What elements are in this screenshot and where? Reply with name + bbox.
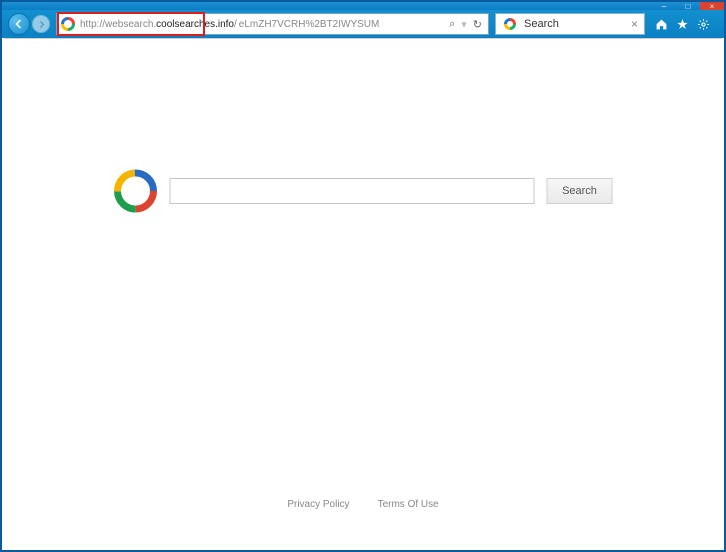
tab-favicon-icon <box>504 18 516 30</box>
tab-close-button[interactable]: × <box>629 17 640 31</box>
maximize-button[interactable]: □ <box>676 2 700 10</box>
browser-navbar: http://websearch.coolsearches.info/eLmZH… <box>2 10 724 38</box>
refresh-icon[interactable]: ↻ <box>473 18 482 31</box>
url-suffix: / <box>234 19 237 30</box>
search-input[interactable] <box>170 178 535 204</box>
site-favicon-icon <box>61 17 75 31</box>
address-text[interactable]: http://websearch.coolsearches.info/eLmZH… <box>79 19 443 30</box>
url-prefix: http://websearch. <box>80 19 156 30</box>
search-button[interactable]: Search <box>547 178 613 204</box>
search-area: Search <box>114 169 613 213</box>
separator: ▾ <box>461 18 467 31</box>
forward-button[interactable] <box>32 15 50 33</box>
url-domain: coolsearches.info <box>156 19 234 30</box>
privacy-link[interactable]: Privacy Policy <box>287 499 349 510</box>
arrow-right-icon <box>37 20 46 29</box>
tab-title: Search <box>524 18 559 30</box>
close-button[interactable]: × <box>700 2 724 10</box>
minimize-button[interactable]: – <box>652 2 676 10</box>
window-controls: – □ × <box>652 2 724 10</box>
tab-search[interactable]: Search × <box>495 13 645 35</box>
search-icon[interactable]: ⌕ <box>449 18 455 31</box>
arrow-left-icon <box>13 18 25 30</box>
home-icon[interactable] <box>655 18 668 31</box>
back-button[interactable] <box>8 13 30 35</box>
url-trailing: eLmZH7VCRH%2BT2IWYSUM <box>239 19 380 30</box>
page-content: Search Privacy Policy Terms Of Use <box>4 38 722 520</box>
address-bar-icons: ⌕ ▾ ↻ <box>443 18 488 31</box>
favorites-icon[interactable] <box>676 18 689 31</box>
window-titlebar: – □ × <box>2 2 724 10</box>
address-bar[interactable]: http://websearch.coolsearches.info/eLmZH… <box>56 13 489 35</box>
footer-links: Privacy Policy Terms Of Use <box>6 499 720 510</box>
tab-bar: Search × <box>495 13 645 35</box>
search-logo-icon <box>114 169 158 213</box>
gear-icon[interactable] <box>697 18 710 31</box>
toolbar-right <box>647 18 718 31</box>
terms-link[interactable]: Terms Of Use <box>378 499 439 510</box>
